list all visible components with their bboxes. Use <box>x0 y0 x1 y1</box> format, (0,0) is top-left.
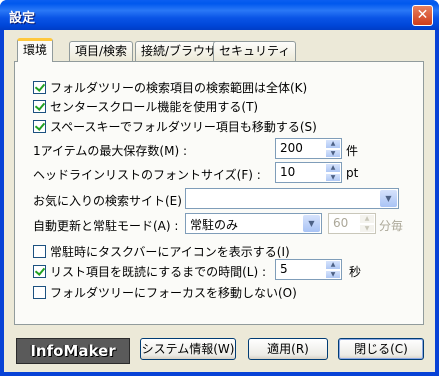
center-scroll-label: センタースクロール機能を使用する(T) <box>50 100 259 114</box>
option-folder-tree-search[interactable]: フォルダツリーの検索項目の検索範囲は全体(K) <box>33 79 307 96</box>
max-items-label: 1アイテムの最大保存数(M) : <box>33 144 188 158</box>
mark-read-time-unit: 秒 <box>349 265 362 279</box>
tab-connection-browser[interactable]: 接続/ブラウザ <box>135 41 224 61</box>
spin-up-icon[interactable]: ▲ <box>359 214 375 224</box>
tab-security[interactable]: セキュリティ <box>213 41 297 61</box>
spin-up-icon[interactable]: ▲ <box>325 163 341 173</box>
center-scroll-checkbox[interactable] <box>33 100 46 113</box>
spin-up-icon[interactable]: ▲ <box>325 139 341 149</box>
spin-down-icon[interactable]: ▼ <box>325 172 341 182</box>
option-center-scroll[interactable]: センタースクロール機能を使用する(T) <box>33 98 258 115</box>
tab-panel-environment: フォルダツリーの検索項目の検索範囲は全体(K) センタースクロール機能を使用する… <box>14 61 424 325</box>
headline-font-size-stepper[interactable]: 10 ▲ ▼ <box>275 162 342 183</box>
option-mark-read-time[interactable]: リスト項目を既読にするまでの時間(L) : <box>33 263 266 280</box>
max-items-value[interactable]: 200 <box>280 141 303 155</box>
headline-font-size-label: ヘッドラインリストのフォントサイズ(F) : <box>33 168 261 182</box>
no-focus-folder-tree-checkbox[interactable] <box>33 286 46 299</box>
update-interval-stepper[interactable]: 60 ▲ ▼ <box>328 213 376 234</box>
auto-update-mode-label: 自動更新と常駐モード(A) : <box>33 219 179 233</box>
close-window-button[interactable]: ✕ <box>412 5 433 26</box>
max-items-stepper[interactable]: 200 ▲ ▼ <box>275 138 342 159</box>
space-key-move-label: スペースキーでフォルダツリー項目も移動する(S) <box>50 120 317 134</box>
max-items-unit: 件 <box>346 144 359 158</box>
taskbar-icon-label: 常駐時にタスクバーにアイコンを表示する(I) <box>50 245 290 259</box>
folder-tree-search-label: フォルダツリーの検索項目の検索範囲は全体(K) <box>50 81 308 95</box>
headline-font-size-value[interactable]: 10 <box>280 165 295 179</box>
headline-font-size-unit: pt <box>346 166 359 180</box>
window-title: 設定 <box>9 11 36 26</box>
auto-update-mode-value: 常駐のみ <box>190 218 239 232</box>
no-focus-folder-tree-label: フォルダツリーにフォーカスを移動しない(O) <box>50 286 297 300</box>
tab-items-search[interactable]: 項目/検索 <box>69 41 134 61</box>
dropdown-arrow-icon[interactable]: ▼ <box>380 190 397 207</box>
system-info-button[interactable]: システム情報(W) <box>140 338 236 360</box>
option-space-key-move[interactable]: スペースキーでフォルダツリー項目も移動する(S) <box>33 118 317 135</box>
spin-down-icon[interactable]: ▼ <box>325 148 341 158</box>
update-interval-value[interactable]: 60 <box>333 216 348 230</box>
spin-down-icon[interactable]: ▼ <box>359 223 375 233</box>
spin-up-icon[interactable]: ▲ <box>325 260 341 270</box>
mark-read-time-value[interactable]: 5 <box>280 262 288 276</box>
close-button[interactable]: 閉じる(C) <box>338 338 424 360</box>
auto-update-mode-select[interactable]: 常駐のみ ▼ <box>185 213 322 234</box>
taskbar-icon-checkbox[interactable] <box>33 245 46 258</box>
dropdown-arrow-icon[interactable]: ▼ <box>303 215 320 232</box>
infomaker-logo: InfoMaker <box>16 338 130 364</box>
dialog-client-area: 環境 項目/検索 接続/ブラウザ セキュリティ フォルダツリーの検索項目の検索範… <box>4 30 435 372</box>
title-bar[interactable]: 設定 ✕ <box>0 0 439 30</box>
tab-environment[interactable]: 環境 <box>17 38 54 62</box>
favorite-search-site-select[interactable]: ▼ <box>185 188 399 209</box>
spin-down-icon[interactable]: ▼ <box>325 269 341 279</box>
mark-read-time-label: リスト項目を既読にするまでの時間(L) : <box>50 265 267 279</box>
favorite-search-site-label: お気に入りの検索サイト(E) : <box>33 194 190 208</box>
space-key-move-checkbox[interactable] <box>33 120 46 133</box>
settings-window: 設定 ✕ 環境 項目/検索 接続/ブラウザ セキュリティ フォルダツリーの検索項… <box>0 0 439 376</box>
mark-read-time-checkbox[interactable] <box>33 265 46 278</box>
option-taskbar-icon[interactable]: 常駐時にタスクバーにアイコンを表示する(I) <box>33 243 290 260</box>
option-no-focus-folder-tree[interactable]: フォルダツリーにフォーカスを移動しない(O) <box>33 284 297 301</box>
mark-read-time-stepper[interactable]: 5 ▲ ▼ <box>275 259 342 280</box>
folder-tree-search-checkbox[interactable] <box>33 81 46 94</box>
apply-button[interactable]: 適用(R) <box>248 338 328 360</box>
update-interval-unit: 分毎 <box>379 219 404 233</box>
